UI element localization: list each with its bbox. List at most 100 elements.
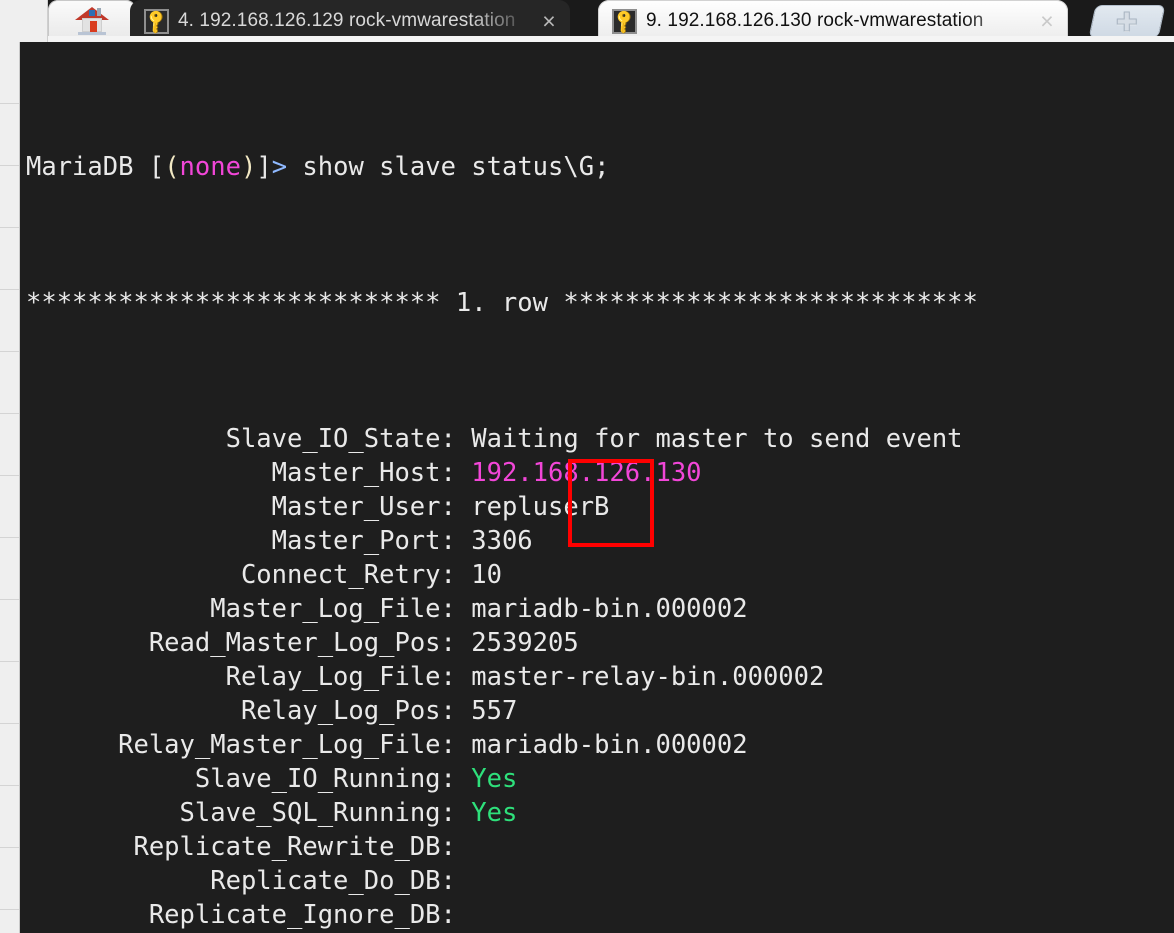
field-value: Waiting for master to send event — [471, 424, 962, 454]
status-field-row: Replicate_Rewrite_DB: — [26, 830, 1174, 864]
field-label: Replicate_Do_DB: — [210, 866, 456, 896]
status-field-row: Master_Host: 192.168.126.130 — [26, 456, 1174, 490]
field-label: Replicate_Rewrite_DB: — [133, 832, 455, 862]
field-label-padding — [26, 730, 118, 760]
field-label-padding — [26, 832, 133, 862]
field-label-padding — [26, 526, 272, 556]
sidebar-item-11[interactable] — [0, 662, 20, 724]
field-label-padding — [26, 900, 149, 930]
field-value: 3306 — [471, 526, 532, 556]
sidebar-item-7[interactable] — [0, 414, 20, 476]
sidebar-item-5[interactable] — [0, 290, 20, 352]
field-label: Master_User: — [272, 492, 456, 522]
field-separator — [456, 424, 471, 454]
prompt-database: none — [180, 152, 241, 182]
prompt-app: MariaDB — [26, 152, 149, 182]
lavender-arrow-icon: ➤ — [0, 118, 16, 152]
field-label-padding — [26, 492, 272, 522]
star-icon: ★ — [0, 56, 16, 90]
terminal-emulator-window: 🔑 4. 192.168.126.129 rock-vmwarestation … — [0, 0, 1174, 933]
sidebar-item-12[interactable] — [0, 724, 20, 786]
sidebar-item-3[interactable]: ➤ — [0, 166, 20, 228]
plus-icon: ✚ — [1116, 9, 1138, 35]
sidebar-item-1[interactable]: ★ — [0, 42, 20, 104]
field-value: 557 — [471, 696, 517, 726]
field-separator — [456, 832, 471, 862]
field-label: Slave_IO_Running: — [195, 764, 456, 794]
field-label-padding — [26, 798, 180, 828]
field-separator — [456, 526, 471, 556]
sidebar-item-10[interactable] — [0, 600, 20, 662]
status-field-row: Master_Log_File: mariadb-bin.000002 — [26, 592, 1174, 626]
field-separator — [456, 764, 471, 794]
key-icon: 🔑 — [144, 9, 169, 34]
field-label-padding — [26, 560, 241, 590]
terminal-tab-2-label: 9. 192.168.126.130 rock-vmwarestation — [646, 10, 1032, 32]
prompt-bracket-open: [ — [149, 152, 164, 182]
field-label: Connect_Retry: — [241, 560, 456, 590]
field-separator — [456, 560, 471, 590]
left-sidebar: ★ ➤ ➤ ● — [0, 42, 20, 933]
row-separator-left-stars: *************************** — [26, 288, 441, 318]
row-separator-label: 1. row — [441, 288, 564, 318]
tab-bar-left-gutter — [0, 0, 48, 42]
field-value: master-relay-bin.000002 — [471, 662, 824, 692]
status-field-row: Master_User: repluserB — [26, 490, 1174, 524]
sidebar-item-8[interactable] — [0, 476, 20, 538]
sidebar-item-13[interactable] — [0, 786, 20, 848]
field-separator — [456, 492, 471, 522]
row-separator-line: *************************** 1. row *****… — [26, 286, 1174, 320]
field-separator — [456, 798, 471, 828]
field-value: 2539205 — [471, 628, 578, 658]
status-field-row: Replicate_Ignore_DB: — [26, 898, 1174, 932]
field-value: repluserB — [471, 492, 609, 522]
field-value: 192.168.126.130 — [471, 458, 701, 488]
sidebar-item-9[interactable] — [0, 538, 20, 600]
terminal-tab-2-close-icon[interactable]: × — [1036, 10, 1058, 33]
field-label-padding — [26, 594, 210, 624]
field-label: Slave_SQL_Running: — [180, 798, 456, 828]
field-label: Slave_IO_State: — [226, 424, 456, 454]
terminal-tab-1-label: 4. 192.168.126.129 rock-vmwarestation — [178, 10, 534, 32]
field-separator — [456, 866, 471, 896]
field-label: Read_Master_Log_Pos: — [149, 628, 456, 658]
field-separator — [456, 458, 471, 488]
field-label-padding — [26, 696, 241, 726]
field-label-padding — [26, 866, 210, 896]
field-label: Relay_Log_Pos: — [241, 696, 456, 726]
field-label-padding — [26, 764, 195, 794]
status-field-row: Read_Master_Log_Pos: 2539205 — [26, 626, 1174, 660]
field-label: Relay_Log_File: — [226, 662, 456, 692]
terminal-output[interactable]: MariaDB [(none)]> show slave status\G; *… — [20, 42, 1174, 933]
field-separator — [456, 900, 471, 930]
orange-circle-icon: ● — [0, 242, 16, 276]
status-field-row: Slave_IO_Running: Yes — [26, 762, 1174, 796]
prompt-arrow: > — [272, 152, 287, 182]
status-field-row: Slave_SQL_Running: Yes — [26, 796, 1174, 830]
field-label-padding — [26, 662, 226, 692]
field-value: mariadb-bin.000002 — [471, 594, 747, 624]
house-icon — [75, 7, 109, 35]
field-label: Master_Log_File: — [210, 594, 456, 624]
blue-arrow-icon: ➤ — [0, 180, 16, 214]
sidebar-item-4[interactable]: ● — [0, 228, 20, 290]
tab-bar: 🔑 4. 192.168.126.129 rock-vmwarestation … — [0, 0, 1174, 42]
field-label-padding — [26, 458, 272, 488]
sidebar-item-15[interactable] — [0, 910, 20, 933]
field-label: Replicate_Ignore_DB: — [149, 900, 456, 930]
sidebar-item-14[interactable] — [0, 848, 20, 910]
field-label: Relay_Master_Log_File: — [118, 730, 456, 760]
field-label: Master_Port: — [272, 526, 456, 556]
sidebar-item-6[interactable] — [0, 352, 20, 414]
terminal-tab-1-close-icon[interactable]: × — [538, 10, 560, 33]
prompt-bracket-close: ] — [256, 152, 271, 182]
field-value: 10 — [471, 560, 502, 590]
sidebar-item-2[interactable]: ➤ — [0, 104, 20, 166]
field-value: Yes — [471, 798, 517, 828]
field-separator — [456, 662, 471, 692]
row-separator-right-stars: *************************** — [563, 288, 978, 318]
field-value: mariadb-bin.000002 — [471, 730, 747, 760]
new-tab-button[interactable]: ✚ — [1088, 5, 1165, 38]
status-field-row: Relay_Master_Log_File: mariadb-bin.00000… — [26, 728, 1174, 762]
key-icon: 🔑 — [612, 9, 637, 34]
